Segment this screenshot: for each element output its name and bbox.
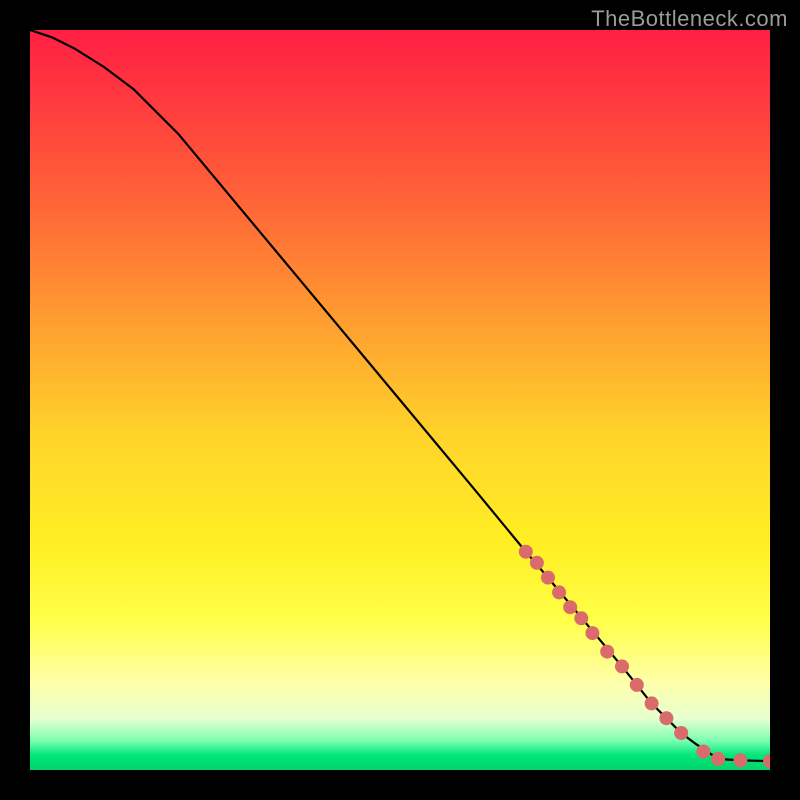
marker-point — [645, 696, 659, 710]
marker-point — [600, 645, 614, 659]
marker-point — [563, 600, 577, 614]
marker-group — [519, 545, 770, 768]
chart-area — [30, 30, 770, 770]
marker-point — [519, 545, 533, 559]
marker-point — [615, 659, 629, 673]
marker-point — [763, 754, 770, 768]
marker-point — [696, 745, 710, 759]
marker-point — [574, 611, 588, 625]
marker-point — [552, 585, 566, 599]
marker-point — [674, 726, 688, 740]
marker-point — [530, 556, 544, 570]
marker-point — [659, 711, 673, 725]
watermark-text: TheBottleneck.com — [591, 6, 788, 32]
plot-svg — [30, 30, 770, 770]
marker-point — [711, 752, 725, 766]
marker-point — [630, 678, 644, 692]
curve-line — [30, 30, 770, 761]
marker-point — [541, 571, 555, 585]
marker-point — [585, 626, 599, 640]
marker-point — [733, 753, 747, 767]
